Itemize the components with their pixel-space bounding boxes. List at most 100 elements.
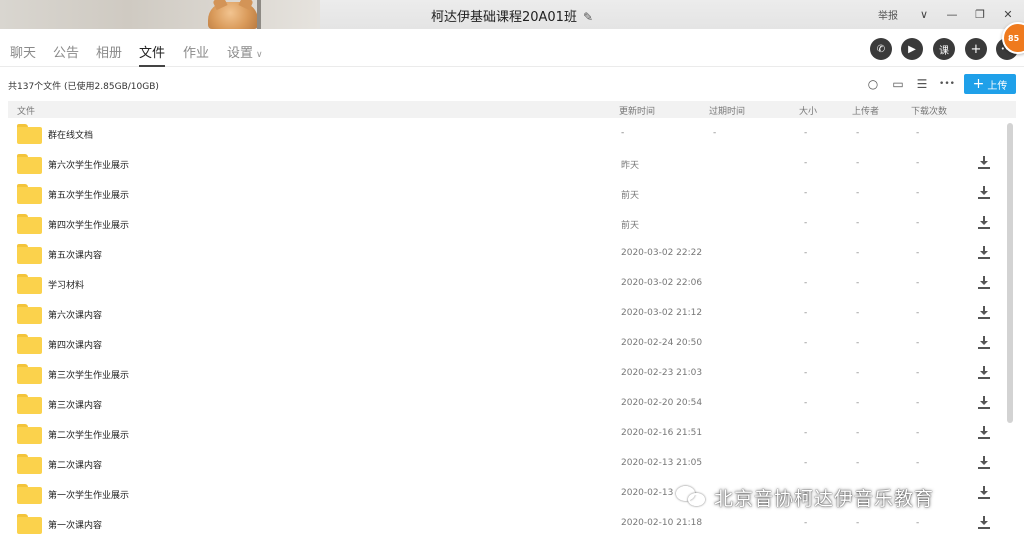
folder-icon [17, 274, 42, 294]
file-downloads: - [916, 278, 920, 288]
file-downloads: - [916, 158, 920, 168]
more-icon[interactable]: ••• [939, 76, 955, 92]
scroll-thumb[interactable] [1007, 123, 1013, 423]
file-summary: 共137个文件 (已使用2.85GB/10GB) [8, 82, 159, 92]
download-icon[interactable] [978, 216, 990, 230]
tab-chat[interactable]: 聊天 [10, 42, 36, 61]
file-row[interactable]: 第五次课内容 2020-03-02 22:22 - - - [0, 238, 1024, 268]
group-name: 柯达伊基础课程20A01班 [430, 10, 577, 25]
file-row[interactable]: 第四次学生作业展示 前天 - - - [0, 208, 1024, 238]
file-row[interactable]: 第五次学生作业展示 前天 - - - [0, 178, 1024, 208]
download-icon[interactable] [978, 186, 990, 200]
tab-announcement[interactable]: 公告 [53, 42, 79, 61]
folder-icon [17, 184, 42, 204]
file-row[interactable]: 第四次课内容 2020-02-24 20:50 - - - [0, 328, 1024, 358]
file-uploader: - [856, 158, 860, 168]
file-name: 第六次学生作业展示 [48, 161, 130, 171]
list-view-icon[interactable]: ☰ [914, 76, 930, 92]
file-row[interactable]: 第二次课内容 2020-02-13 21:05 - - - [0, 448, 1024, 478]
column-name[interactable]: 文件 [17, 104, 35, 117]
file-downloads: - [916, 248, 920, 258]
file-row[interactable]: 群在线文档 - - - - - [0, 118, 1024, 148]
file-uploader: - [856, 518, 860, 528]
upload-label: 上传 [987, 80, 1008, 92]
column-downloads[interactable]: 下载次数 [911, 104, 947, 117]
file-updated-time: - [621, 128, 625, 138]
tab-album[interactable]: 相册 [96, 42, 122, 61]
file-size: - [804, 248, 808, 258]
active-tab-indicator [139, 65, 165, 67]
file-row[interactable]: 第一次课内容 2020-02-10 21:18 - - - [0, 508, 1024, 538]
qq-group-files-window: 柯达伊基础课程20A01班 ✎ 举报 ∨ — ❐ ✕ 85 聊天 公告 相册 文件… [0, 0, 1024, 541]
file-row[interactable]: 第六次课内容 2020-03-02 21:12 - - - [0, 298, 1024, 328]
search-icon[interactable]: ○ [865, 76, 881, 92]
file-size: - [804, 368, 808, 378]
column-size[interactable]: 大小 [799, 104, 817, 117]
class-icon[interactable]: 课 [933, 38, 955, 60]
add-app-icon[interactable]: + [965, 38, 987, 60]
file-uploader: - [856, 278, 860, 288]
file-row[interactable]: 第三次学生作业展示 2020-02-23 21:03 - - - [0, 358, 1024, 388]
window-controls: 举报 ∨ — ❐ ✕ [878, 0, 1024, 29]
file-row[interactable]: 第三次课内容 2020-02-20 20:54 - - - [0, 388, 1024, 418]
video-call-icon[interactable]: ▶ [901, 38, 923, 60]
file-name: 第五次课内容 [48, 251, 103, 261]
download-icon[interactable] [978, 456, 990, 470]
file-row[interactable]: 第六次学生作业展示 昨天 - - - [0, 148, 1024, 178]
file-uploader: - [856, 398, 860, 408]
plus-icon: + [972, 76, 985, 92]
file-uploader: - [856, 368, 860, 378]
tab-settings[interactable]: 设置 ∨ [227, 42, 263, 61]
phone-call-icon[interactable]: ✆ [870, 38, 892, 60]
download-icon[interactable] [978, 336, 990, 350]
file-uploader: - [856, 188, 860, 198]
column-uploader[interactable]: 上传者 [852, 104, 879, 117]
file-uploader: - [856, 428, 860, 438]
file-updated-time: 前天 [621, 221, 640, 231]
watermark-text: 北京音协柯达伊音乐教育 [714, 487, 935, 510]
download-icon[interactable] [978, 156, 990, 170]
download-icon[interactable] [978, 396, 990, 410]
file-name: 第一次学生作业展示 [48, 491, 130, 501]
download-icon[interactable] [978, 516, 990, 530]
scrollbar[interactable] [1006, 119, 1014, 541]
file-downloads: - [916, 368, 920, 378]
file-row[interactable]: 学习材料 2020-03-02 22:06 - - - [0, 268, 1024, 298]
report-link[interactable]: 举报 [878, 7, 898, 22]
upload-button[interactable]: + 上传 [964, 74, 1016, 94]
file-uploader: - [856, 218, 860, 228]
minimize-icon[interactable]: — [940, 5, 964, 25]
folder-icon [17, 154, 42, 174]
chevron-down-icon: ∨ [256, 50, 263, 60]
dropdown-icon[interactable]: ∨ [912, 5, 936, 25]
tab-settings-label: 设置 [227, 46, 254, 61]
column-updated[interactable]: 更新时间 [619, 104, 655, 117]
file-downloads: - [916, 458, 920, 468]
file-name: 第二次课内容 [48, 461, 103, 471]
file-downloads: - [916, 128, 920, 138]
file-downloads: - [916, 518, 920, 528]
file-name: 第一次课内容 [48, 521, 103, 531]
file-downloads: - [916, 398, 920, 408]
file-row[interactable]: 第二次学生作业展示 2020-02-16 21:51 - - - [0, 418, 1024, 448]
title-bar: 柯达伊基础课程20A01班 ✎ 举报 ∨ — ❐ ✕ [0, 0, 1024, 29]
storage-icon[interactable]: ▭ [890, 76, 906, 92]
download-icon[interactable] [978, 366, 990, 380]
download-icon[interactable] [978, 426, 990, 440]
download-icon[interactable] [978, 306, 990, 320]
file-table-header: 文件 更新时间 过期时间 大小 上传者 下载次数 [8, 101, 1016, 118]
restore-icon[interactable]: ❐ [968, 5, 992, 25]
edit-name-icon[interactable]: ✎ [583, 10, 593, 24]
file-name: 第四次学生作业展示 [48, 221, 130, 231]
download-icon[interactable] [978, 276, 990, 290]
download-icon[interactable] [978, 486, 990, 500]
tab-homework[interactable]: 作业 [183, 42, 209, 61]
download-icon[interactable] [978, 246, 990, 260]
column-expires[interactable]: 过期时间 [709, 104, 745, 117]
file-size: - [804, 218, 808, 228]
file-name: 第六次课内容 [48, 311, 103, 321]
file-expires: - [713, 128, 717, 138]
tab-files[interactable]: 文件 [139, 42, 165, 61]
file-updated-time: 2020-02-13 21:05 [621, 458, 703, 468]
file-name: 第三次课内容 [48, 401, 103, 411]
